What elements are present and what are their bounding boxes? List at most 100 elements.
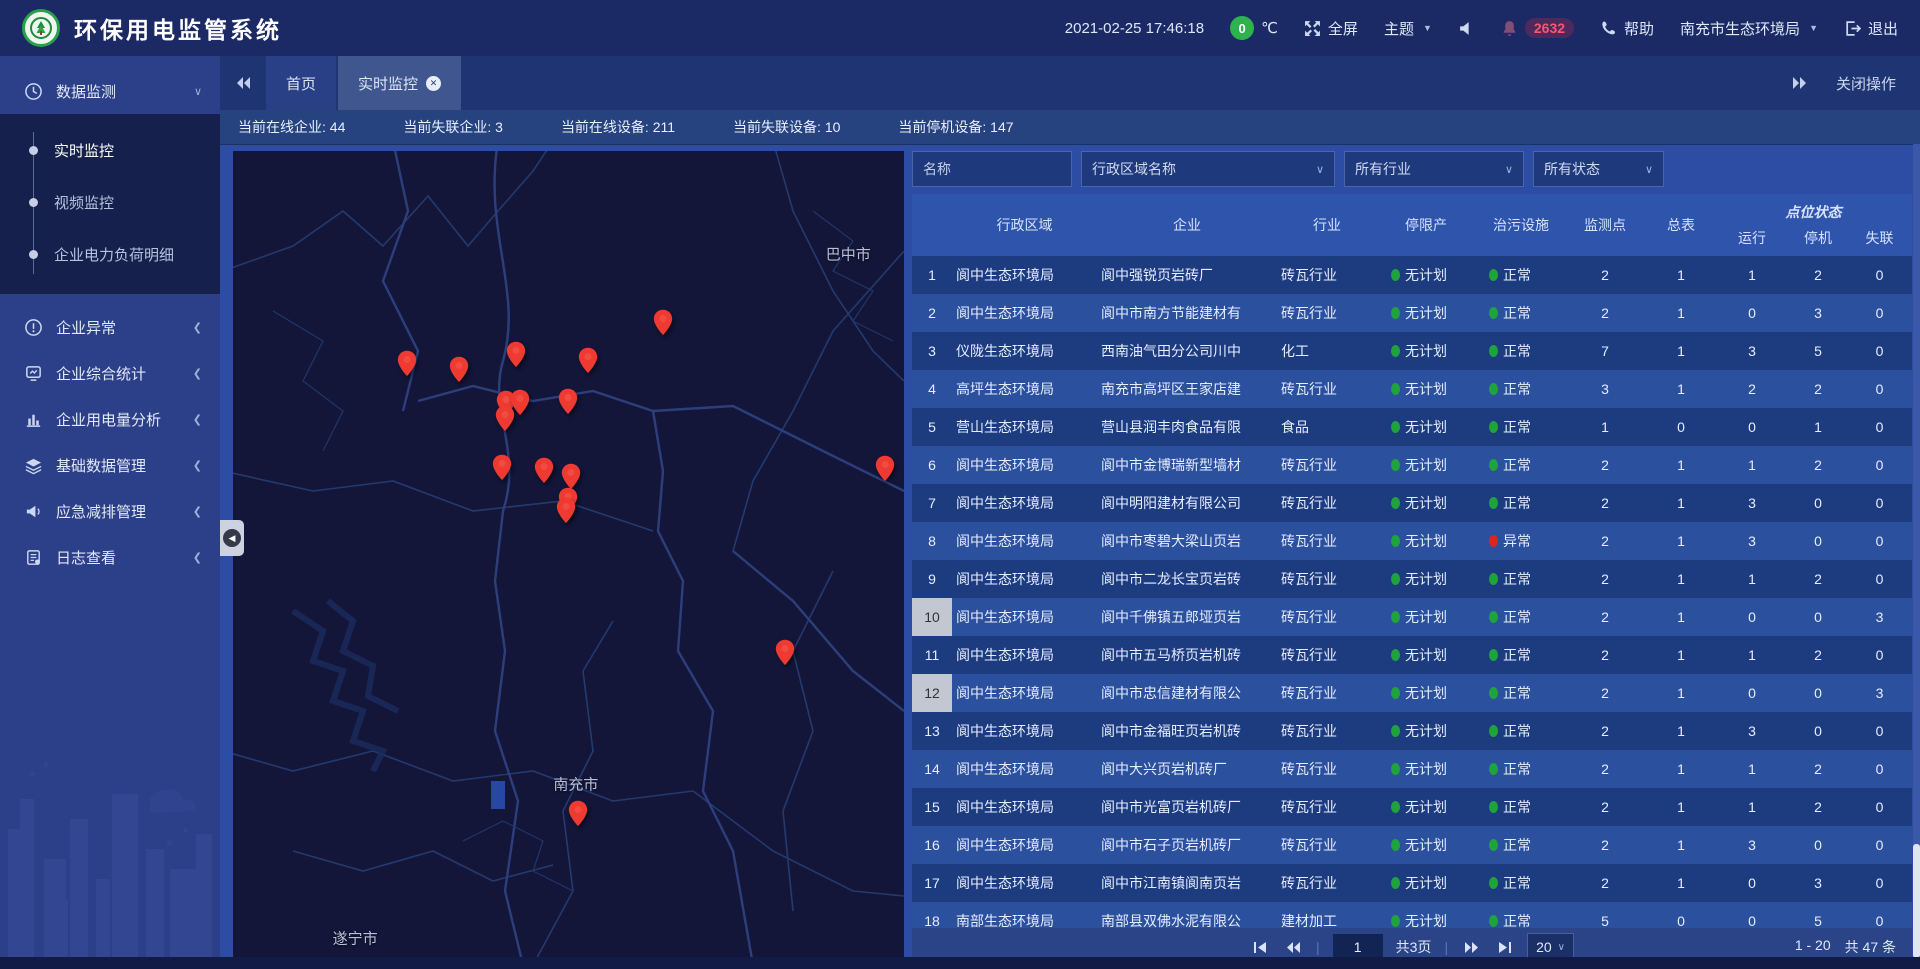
table-row[interactable]: 2阆中生态环境局阆中市南方节能建材有砖瓦行业无计划正常21030: [912, 294, 1912, 332]
mute-button[interactable]: [1458, 20, 1475, 37]
cell-company: 阆中市石子页岩机砖厂: [1097, 835, 1277, 855]
cell-points: 2: [1567, 571, 1643, 587]
table-row[interactable]: 18南部生态环境局南部县双佛水泥有限公建材加工无计划正常50050: [912, 902, 1912, 928]
first-page-button[interactable]: [1250, 939, 1270, 955]
sidebar-item-2[interactable]: 企业综合统计❮: [0, 350, 220, 396]
table-scrollbar[interactable]: [1913, 144, 1920, 958]
cell-index: 1: [912, 256, 952, 294]
map-pin-icon[interactable]: [567, 800, 588, 833]
table-row[interactable]: 12阆中生态环境局阆中市忠信建材有限公砖瓦行业无计划正常21003: [912, 674, 1912, 712]
cell-stop: 0: [1785, 685, 1851, 701]
cell-index: 14: [912, 750, 952, 788]
sidebar-subitem[interactable]: 视频监控: [0, 176, 220, 228]
cell-facility-status: 正常: [1475, 379, 1567, 399]
cell-facility-status: 正常: [1475, 607, 1567, 627]
table-row[interactable]: 17阆中生态环境局阆中市江南镇阆南页岩砖瓦行业无计划正常21030: [912, 864, 1912, 902]
sidebar-item-6[interactable]: 日志查看❮: [0, 534, 220, 580]
column-header: 行政区域: [952, 194, 1097, 256]
logout-button[interactable]: 退出: [1844, 18, 1898, 39]
map-pin-icon[interactable]: [506, 341, 527, 374]
cell-industry: 砖瓦行业: [1277, 607, 1377, 627]
table-row[interactable]: 13阆中生态环境局阆中市金福旺页岩机砖砖瓦行业无计划正常21300: [912, 712, 1912, 750]
sidebar-collapse-button[interactable]: ◀: [220, 520, 244, 556]
cell-region: 营山生态环境局: [952, 417, 1097, 437]
sidebar-item-0[interactable]: 数据监测∨: [0, 68, 220, 114]
cell-facility-status: 正常: [1475, 873, 1567, 893]
theme-dropdown[interactable]: 主题▼: [1384, 18, 1432, 39]
tabs-scroll-left-button[interactable]: [220, 56, 266, 110]
last-page-button[interactable]: [1494, 939, 1514, 955]
map-panel[interactable]: 巴中市南充市遂宁市: [233, 151, 904, 965]
map-pin-icon[interactable]: [449, 356, 470, 389]
cell-limit-status: 无计划: [1377, 911, 1475, 928]
table-row[interactable]: 16阆中生态环境局阆中市石子页岩机砖厂砖瓦行业无计划正常21300: [912, 826, 1912, 864]
table-row[interactable]: 11阆中生态环境局阆中市五马桥页岩机砖砖瓦行业无计划正常21120: [912, 636, 1912, 674]
help-button[interactable]: 帮助: [1600, 18, 1654, 39]
map-pin-icon[interactable]: [494, 405, 515, 438]
cell-region: 阆中生态环境局: [952, 645, 1097, 665]
sidebar-item-3[interactable]: 企业用电量分析❮: [0, 396, 220, 442]
cell-limit-status: 无计划: [1377, 455, 1475, 475]
map-pin-icon[interactable]: [775, 639, 796, 672]
cell-run: 1: [1719, 571, 1785, 587]
sidebar-subitem[interactable]: 企业电力负荷明细: [0, 228, 220, 280]
tab-close-icon[interactable]: ✕: [426, 76, 441, 91]
status-filter-select[interactable]: 所有状态∨: [1533, 151, 1664, 187]
status-dot-icon: [1489, 421, 1498, 433]
cell-company: 西南油气田分公司川中: [1097, 341, 1277, 361]
cell-lost: 0: [1851, 419, 1908, 435]
sidebar-item-4[interactable]: 基础数据管理❮: [0, 442, 220, 488]
map-pin-icon[interactable]: [533, 457, 554, 490]
map-pin-icon[interactable]: [492, 454, 513, 487]
scrollbar-thumb[interactable]: [1913, 844, 1920, 958]
notifications[interactable]: 2632: [1501, 18, 1574, 38]
sidebar-item-5[interactable]: 应急减排管理❮: [0, 488, 220, 534]
table-row[interactable]: 8阆中生态环境局阆中市枣碧大梁山页岩砖瓦行业无计划异常21300: [912, 522, 1912, 560]
status-stat: 当前失联企业: 3: [403, 117, 503, 137]
cell-points: 1: [1567, 419, 1643, 435]
table-row[interactable]: 10阆中生态环境局阆中千佛镇五郎垭页岩砖瓦行业无计划正常21003: [912, 598, 1912, 636]
name-filter-input[interactable]: [912, 151, 1072, 187]
industry-filter-select[interactable]: 所有行业∨: [1344, 151, 1524, 187]
table-row[interactable]: 15阆中生态环境局阆中市光富页岩机砖厂砖瓦行业无计划正常21120: [912, 788, 1912, 826]
cell-stop: 1: [1785, 419, 1851, 435]
stats-bar: 当前在线企业: 44当前失联企业: 3当前在线设备: 211当前失联设备: 10…: [220, 110, 1920, 145]
chevron-left-icon: ❮: [193, 505, 202, 518]
close-operations-button[interactable]: 关闭操作: [1836, 73, 1896, 94]
table-row[interactable]: 5营山生态环境局营山县润丰肉食品有限食品无计划正常10010: [912, 408, 1912, 446]
monitor-table-panel: 行政区域名称∨ 所有行业∨ 所有状态∨ 行政区域 企业 行业 停限产 治污设施: [912, 151, 1912, 969]
table-row[interactable]: 4高坪生态环境局南充市高坪区王家店建砖瓦行业无计划正常31220: [912, 370, 1912, 408]
region-filter-select[interactable]: 行政区域名称∨: [1081, 151, 1335, 187]
cell-run: 0: [1719, 875, 1785, 891]
table-row[interactable]: 7阆中生态环境局阆中明阳建材有限公司砖瓦行业无计划正常21300: [912, 484, 1912, 522]
cell-region: 阆中生态环境局: [952, 835, 1097, 855]
table-row[interactable]: 14阆中生态环境局阆中大兴页岩机砖厂砖瓦行业无计划正常21120: [912, 750, 1912, 788]
table-row[interactable]: 1阆中生态环境局阆中强锐页岩砖厂砖瓦行业无计划正常21120: [912, 256, 1912, 294]
cell-limit-status: 无计划: [1377, 341, 1475, 361]
tab-0[interactable]: 首页: [266, 56, 336, 110]
prev-page-button[interactable]: [1283, 939, 1303, 955]
sidebar-subitem[interactable]: 实时监控: [0, 124, 220, 176]
map-pin-icon[interactable]: [653, 309, 674, 342]
cell-lost: 0: [1851, 647, 1908, 663]
table-row[interactable]: 3仪陇生态环境局西南油气田分公司川中化工无计划正常71350: [912, 332, 1912, 370]
tab-label: 实时监控: [358, 73, 418, 94]
map-city-label: 遂宁市: [333, 928, 378, 949]
map-pin-icon[interactable]: [557, 388, 578, 421]
sidebar-item-1[interactable]: 企业异常❮: [0, 304, 220, 350]
next-page-button[interactable]: [1461, 939, 1481, 955]
org-dropdown[interactable]: 南充市生态环境局▼: [1680, 18, 1818, 39]
map-pin-icon[interactable]: [396, 350, 417, 383]
map-pin-icon[interactable]: [555, 497, 576, 530]
table-row[interactable]: 6阆中生态环境局阆中市金博瑞新型墙材砖瓦行业无计划正常21120: [912, 446, 1912, 484]
map-pin-icon[interactable]: [875, 455, 896, 488]
chevron-left-icon: ❮: [193, 321, 202, 334]
divider: |: [1444, 939, 1448, 955]
table-row[interactable]: 9阆中生态环境局阆中市二龙长宝页岩砖砖瓦行业无计划正常21120: [912, 560, 1912, 598]
column-group-header: 点位状态: [1719, 194, 1908, 224]
tab-1[interactable]: 实时监控 ✕: [338, 56, 461, 110]
map-pin-icon[interactable]: [577, 347, 598, 380]
cell-meters: 1: [1643, 837, 1719, 853]
double-chevron-right-icon[interactable]: [1792, 76, 1808, 90]
fullscreen-button[interactable]: 全屏: [1304, 18, 1358, 39]
